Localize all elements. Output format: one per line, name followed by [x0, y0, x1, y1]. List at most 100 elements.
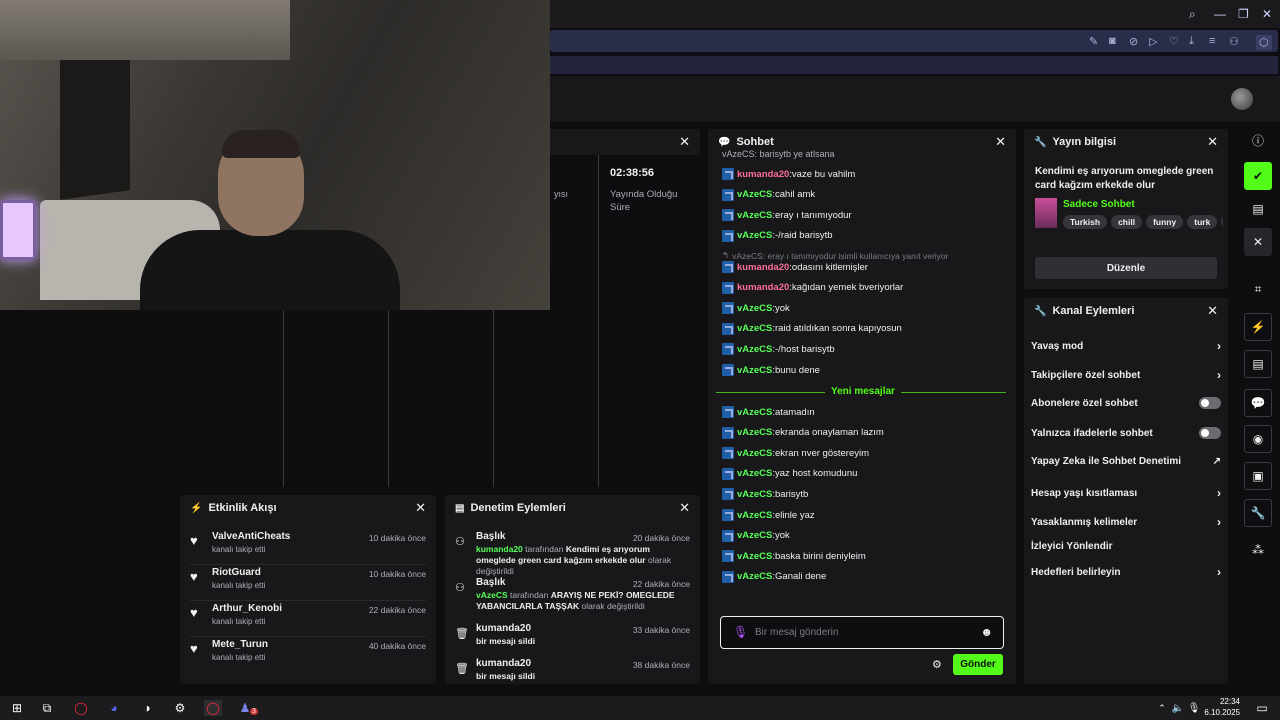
- chat-username[interactable]: vAzeCS: [737, 210, 772, 221]
- tag-chip[interactable]: Turkish: [1063, 215, 1108, 229]
- close-activity-icon[interactable]: ✕: [415, 500, 426, 516]
- close-rail-icon[interactable]: ✕: [1244, 228, 1272, 256]
- discord-icon[interactable]: ◕: [105, 700, 123, 716]
- follower-name[interactable]: ValveAntiCheats: [212, 531, 290, 542]
- activity-item[interactable]: ♥ ValveAntiCheats kanalı takip etti 10 daki…: [190, 531, 426, 565]
- task-view-icon[interactable]: ⧉: [38, 700, 56, 716]
- chat-input[interactable]: 🎙 Bir mesaj gönderin ☻: [720, 616, 1004, 649]
- lightning-icon[interactable]: ⚡: [1244, 313, 1272, 341]
- category-name[interactable]: Sadece Sohbet: [1063, 199, 1135, 210]
- focus-icon[interactable]: ⌗: [1244, 275, 1272, 303]
- chat-username[interactable]: vAzeCS: [737, 230, 772, 241]
- chat-username[interactable]: vAzeCS: [737, 365, 772, 376]
- chat-message[interactable]: vAzeCS: ekranda onaylaman lazım: [722, 426, 884, 439]
- channel-action-item[interactable]: Yasaklanmış kelimeler ›: [1031, 515, 1221, 529]
- close-info-icon[interactable]: ✕: [1207, 134, 1218, 150]
- chat-username[interactable]: vAzeCS: [737, 489, 772, 500]
- chat-message[interactable]: vAzeCS: -/host barisytb: [722, 343, 835, 356]
- checkmark-icon[interactable]: ✔: [1244, 162, 1272, 190]
- profile-icon[interactable]: ⚇: [1229, 35, 1239, 48]
- chat-message[interactable]: kumanda20: vaze bu vahilm: [722, 168, 855, 180]
- emoji-icon[interactable]: ☻: [980, 625, 993, 639]
- follower-name[interactable]: Arthur_Kenobi: [212, 603, 282, 614]
- broadcast-icon[interactable]: ◉: [1244, 425, 1272, 453]
- category-thumbnail[interactable]: [1035, 198, 1057, 228]
- activity-item[interactable]: ♥ Arthur_Kenobi kanalı takip etti 22 dakika…: [190, 603, 426, 637]
- chat-username[interactable]: vAzeCS: [737, 571, 772, 582]
- opera-gx-icon[interactable]: ◯: [204, 700, 222, 716]
- chat-message[interactable]: vAzeCS: ekran nver göstereyim: [722, 447, 869, 460]
- clock-date[interactable]: 6.10.2025: [1200, 708, 1240, 717]
- search-icon[interactable]: ⌕: [1189, 7, 1196, 22]
- microphone-icon[interactable]: 🎙: [733, 625, 748, 639]
- chat-username[interactable]: vAzeCS: [737, 448, 772, 459]
- chat-message[interactable]: vAzeCS: barisytb: [722, 488, 808, 501]
- opera-icon[interactable]: ◯: [72, 700, 90, 716]
- mod-action-item[interactable]: 🗑 kumanda20 38 dakika önce bir mesajı sildi: [455, 658, 690, 698]
- chat-username[interactable]: kumanda20: [737, 169, 789, 180]
- mod-user[interactable]: vAzeCS: [476, 590, 508, 600]
- chat-username[interactable]: vAzeCS: [737, 468, 772, 479]
- channel-action-item[interactable]: Yavaş mod ›: [1031, 339, 1221, 353]
- clock-time[interactable]: 22:34: [1204, 697, 1240, 706]
- restore-icon[interactable]: ❐: [1238, 7, 1249, 21]
- tag-chip[interactable]: chill: [1111, 215, 1143, 229]
- chat-username[interactable]: kumanda20: [737, 262, 789, 273]
- extension-icon[interactable]: ⬡: [1256, 35, 1272, 50]
- chat-message[interactable]: vAzeCS: yok: [722, 529, 790, 542]
- menu-icon[interactable]: ≡: [1209, 35, 1215, 47]
- chat-username[interactable]: vAzeCS: [737, 303, 772, 314]
- chat-username[interactable]: vAzeCS: [737, 189, 772, 200]
- tag-chip[interactable]: t: [1221, 215, 1223, 229]
- tag-chip[interactable]: turk: [1187, 215, 1218, 229]
- edit-icon[interactable]: ✎: [1089, 35, 1098, 48]
- app-icon[interactable]: ◑: [138, 700, 156, 716]
- steam-icon[interactable]: ⚙: [171, 700, 189, 716]
- download-icon[interactable]: ⤓: [1189, 35, 1194, 48]
- minimize-icon[interactable]: —: [1214, 7, 1226, 21]
- chat-username[interactable]: vAzeCS: [737, 530, 772, 541]
- notes-icon[interactable]: ▤: [1244, 350, 1272, 378]
- activity-item[interactable]: ♥ Mete_Turun kanalı takip etti 40 dakika ön…: [190, 639, 426, 669]
- channel-action-item[interactable]: Abonelere özel sohbet: [1031, 397, 1221, 409]
- follower-name[interactable]: RiotGuard: [212, 567, 261, 578]
- shield-icon[interactable]: ⊘: [1129, 35, 1138, 48]
- settings-icon[interactable]: ⚙: [932, 658, 942, 671]
- chat-username[interactable]: vAzeCS: [737, 344, 772, 355]
- chat-message[interactable]: vAzeCS: elinle yaz: [722, 509, 815, 521]
- chat-message[interactable]: vAzeCS: raid atıldıkan sonra kapıyosun: [722, 322, 902, 335]
- chat-message[interactable]: kumanda20: kağıdan yemek bveriyorlar: [722, 281, 903, 294]
- close-actions-icon[interactable]: ✕: [1207, 303, 1218, 319]
- channel-action-item[interactable]: Hedefleri belirleyin ›: [1031, 565, 1221, 579]
- activity-item[interactable]: ♥ RiotGuard kanalı takip etti 10 dakika önc…: [190, 567, 426, 601]
- close-mod-icon[interactable]: ✕: [679, 500, 690, 516]
- channel-action-item[interactable]: Takipçilere özel sohbet ›: [1031, 368, 1221, 382]
- chat-message[interactable]: vAzeCS: yok: [722, 302, 790, 315]
- chat-username[interactable]: vAzeCS: [737, 407, 772, 418]
- info-icon[interactable]: ⓘ: [1244, 126, 1272, 154]
- heart-icon[interactable]: ♡: [1169, 35, 1179, 48]
- chat-message[interactable]: vAzeCS: cahil amk: [722, 188, 815, 201]
- play-icon[interactable]: ▷: [1149, 35, 1157, 48]
- user-avatar[interactable]: [1231, 88, 1253, 110]
- mod-action-item[interactable]: 🗑 kumanda20 33 dakika önce bir mesajı sildi: [455, 623, 690, 663]
- chat-username[interactable]: vAzeCS: [737, 427, 772, 438]
- chat-message[interactable]: vAzeCS: eray ı tanımıyodur: [722, 209, 852, 222]
- camera-icon[interactable]: ◙: [1109, 35, 1116, 47]
- panel-icon[interactable]: ▣: [1244, 462, 1272, 490]
- chat-message[interactable]: vAzeCS: bunu dene: [722, 364, 820, 376]
- chat-message[interactable]: vAzeCS: -/raid barisytb: [722, 229, 833, 242]
- chat-username[interactable]: vAzeCS: [737, 510, 772, 521]
- toggle-switch[interactable]: [1199, 397, 1221, 409]
- windows-start-icon[interactable]: ⊞: [8, 700, 26, 716]
- message-icon[interactable]: 💬: [1244, 389, 1272, 417]
- mod-user[interactable]: kumanda20: [476, 544, 523, 554]
- channel-action-item[interactable]: Yalnızca ifadelerle sohbet: [1031, 427, 1221, 439]
- close-window-icon[interactable]: ✕: [1262, 7, 1272, 21]
- chat-message[interactable]: vAzeCS: Ganali dene: [722, 570, 826, 583]
- mod-action-item[interactable]: ⚇ Başlık 20 dakika önce kumanda20 tarafında…: [455, 531, 690, 576]
- follower-name[interactable]: Mete_Turun: [212, 639, 268, 650]
- chat-message[interactable]: vAzeCS: baska birini deniyleim: [722, 550, 866, 563]
- send-button[interactable]: Gönder: [953, 654, 1003, 675]
- chat-message[interactable]: kumanda20: odasını kitlemişler: [722, 261, 868, 273]
